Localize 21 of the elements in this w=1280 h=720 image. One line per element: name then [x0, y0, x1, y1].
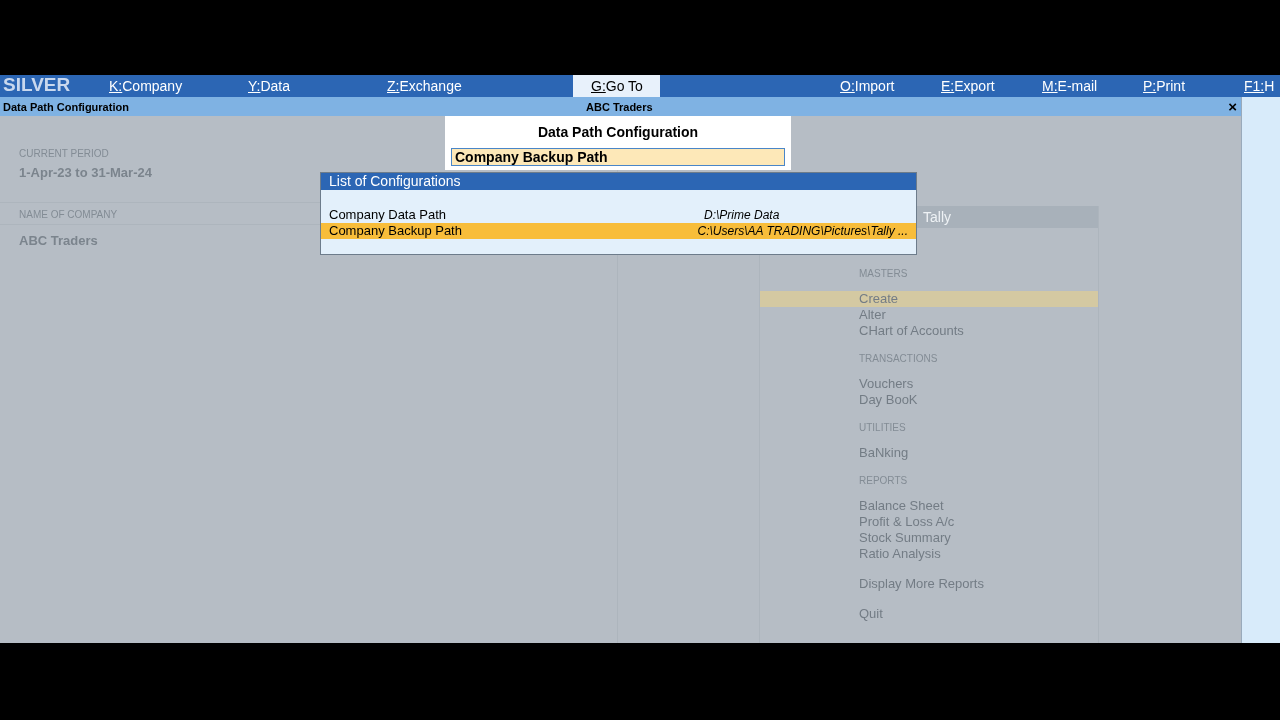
menu-item[interactable]: F1:H: [1244, 75, 1280, 97]
menu-item[interactable]: Y:Data: [248, 75, 387, 97]
company-title: ABC Traders: [586, 100, 653, 113]
brand-logo: SILVER: [2, 75, 72, 97]
menu-item[interactable]: K:Company: [109, 75, 248, 97]
config-name: Company Backup Path: [329, 223, 463, 239]
menu-item[interactable]: O:Import: [840, 75, 941, 97]
config-name: Company Data Path: [329, 207, 448, 223]
period-text: 1-Apr-23 to 31-Mar-24: [19, 165, 152, 180]
screen-title: Data Path Configuration: [2, 100, 129, 113]
list-title: List of Configurations: [321, 173, 916, 190]
menu-item[interactable]: P:Print: [1143, 75, 1244, 97]
input-field[interactable]: Company Backup Path: [451, 148, 785, 166]
menu-item[interactable]: E:Export: [941, 75, 1042, 97]
menu-item[interactable]: M:E-mail: [1042, 75, 1143, 97]
close-button[interactable]: ×: [1228, 99, 1237, 114]
menu-item[interactable]: G:Go To: [573, 75, 660, 97]
menu-item[interactable]: Z:Exchange: [387, 75, 573, 97]
list-row[interactable]: Company Backup Path C:\Users\AA TRADING\Pictures\Tally ...: [321, 223, 916, 239]
dialog-title: Data Path Configuration: [536, 124, 700, 140]
company-name: ABC Traders: [19, 233, 98, 248]
